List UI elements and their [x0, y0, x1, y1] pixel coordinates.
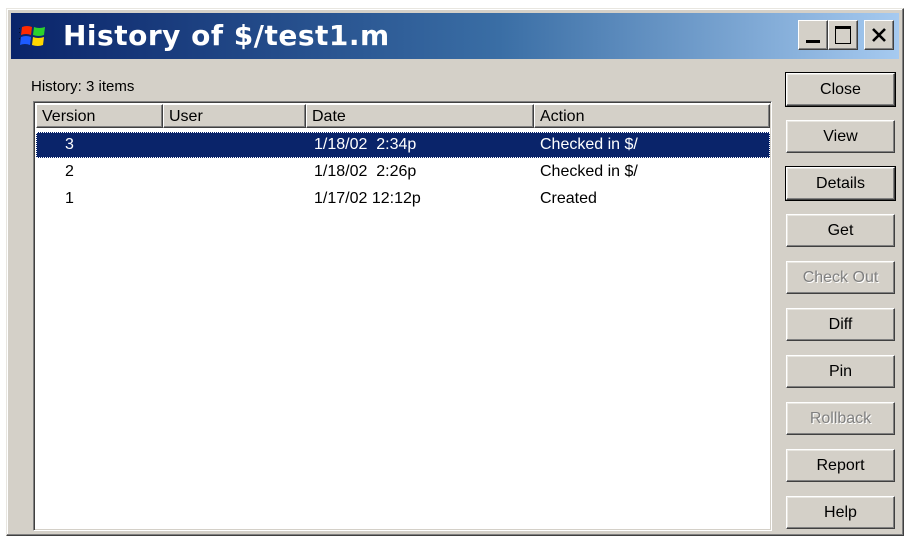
row-action: Created	[540, 190, 597, 207]
list-header: Version User Date Action	[36, 104, 770, 128]
history-count-label: History: 3 items	[31, 78, 135, 95]
row-version: 3	[65, 136, 74, 153]
history-list[interactable]: Version User Date Action 3 1/18/02 2:34p…	[33, 101, 772, 531]
window-title: History of $/test1.m	[63, 19, 390, 52]
row-version: 2	[65, 163, 74, 180]
minimize-button[interactable]	[798, 20, 828, 50]
details-button[interactable]: Details	[785, 166, 896, 201]
history-row[interactable]: 2 1/18/02 2:26p Checked in $/	[36, 159, 770, 185]
maximize-button[interactable]	[828, 20, 858, 50]
history-dialog: History of $/test1.m History: 3 items Ve…	[6, 8, 904, 536]
row-action: Checked in $/	[540, 163, 638, 180]
report-button[interactable]: Report	[786, 449, 895, 482]
history-row[interactable]: 3 1/18/02 2:34p Checked in $/	[36, 132, 770, 158]
close-button[interactable]: Close	[785, 72, 896, 107]
row-date: 1/17/02 12:12p	[314, 190, 421, 207]
title-bar[interactable]: History of $/test1.m	[11, 13, 899, 59]
close-window-button[interactable]	[864, 20, 894, 50]
column-header-action[interactable]: Action	[534, 104, 770, 128]
column-header-version[interactable]: Version	[36, 104, 163, 128]
pin-button[interactable]: Pin	[786, 355, 895, 388]
row-date: 1/18/02 2:34p	[314, 136, 417, 153]
history-row[interactable]: 1 1/17/02 12:12p Created	[36, 186, 770, 212]
row-version: 1	[65, 190, 74, 207]
column-header-date[interactable]: Date	[306, 104, 534, 128]
close-icon	[872, 28, 886, 42]
help-button[interactable]: Help	[786, 496, 895, 529]
windows-flag-icon	[19, 26, 45, 46]
rollback-button[interactable]: Rollback	[786, 402, 895, 435]
row-action: Checked in $/	[540, 136, 638, 153]
diff-button[interactable]: Diff	[786, 308, 895, 341]
view-button[interactable]: View	[786, 120, 895, 153]
get-button[interactable]: Get	[786, 214, 895, 247]
check-out-button[interactable]: Check Out	[786, 261, 895, 294]
row-date: 1/18/02 2:26p	[314, 163, 417, 180]
column-header-user[interactable]: User	[163, 104, 306, 128]
